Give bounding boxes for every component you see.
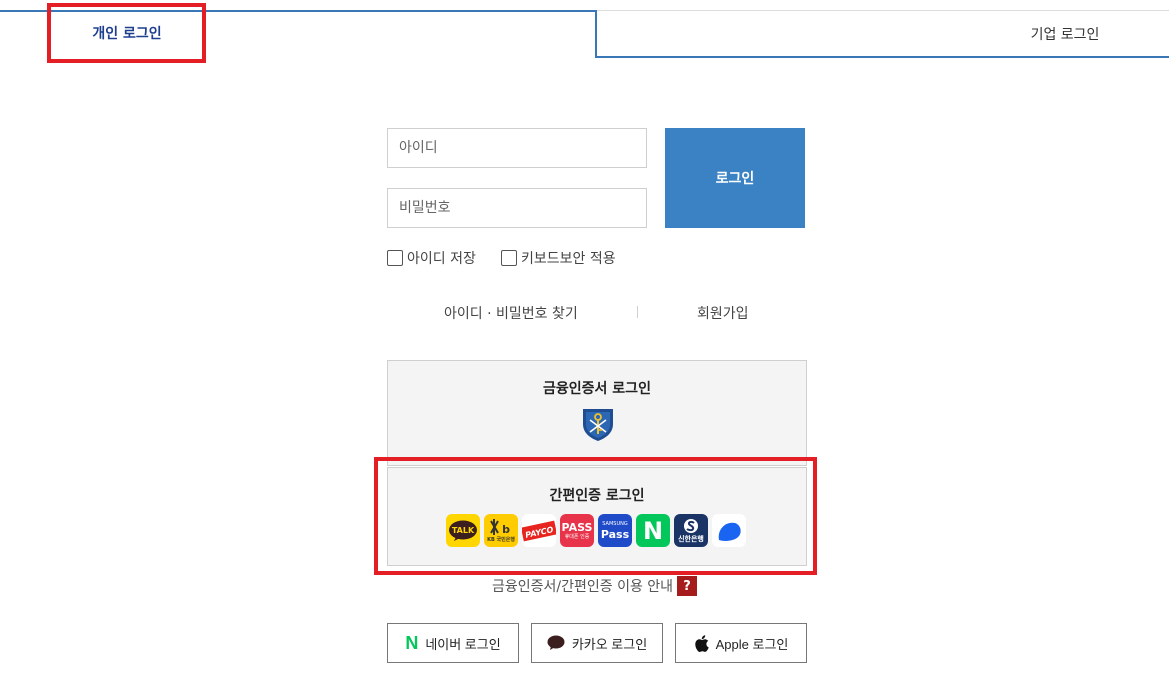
- naver-icon: N: [405, 632, 419, 653]
- find-id-password-link[interactable]: 아이디 · 비밀번호 찾기: [444, 303, 578, 323]
- password-input[interactable]: [387, 188, 647, 228]
- id-input[interactable]: [387, 128, 647, 168]
- tab-inactive-top-border: [597, 10, 1169, 11]
- naver-login-button[interactable]: N 네이버 로그인: [387, 623, 519, 663]
- naver-login-label: 네이버 로그인: [425, 636, 501, 652]
- kakao-login-button[interactable]: 카카오 로그인: [531, 623, 663, 663]
- highlight-box-simple-auth: [374, 457, 817, 575]
- keyboard-security-label: 키보드보안 적용: [521, 251, 616, 267]
- cert-guide-label[interactable]: 금융인증서/간편인증 이용 안내: [492, 576, 673, 596]
- login-button[interactable]: 로그인: [665, 128, 805, 228]
- highlight-box-personal-tab: [47, 3, 206, 63]
- apple-icon: [694, 634, 709, 652]
- cert-guide[interactable]: 금융인증서/간편인증 이용 안내 ?: [492, 576, 698, 596]
- save-id-checkbox[interactable]: 아이디 저장: [387, 248, 476, 268]
- financial-cert-title: 금융인증서 로그인: [543, 381, 651, 397]
- save-id-label: 아이디 저장: [407, 251, 476, 267]
- keyboard-security-checkbox-box[interactable]: [501, 250, 517, 266]
- keyboard-security-checkbox[interactable]: 키보드보안 적용: [501, 248, 616, 268]
- link-separator: [637, 306, 638, 318]
- kakao-login-label: 카카오 로그인: [571, 636, 648, 652]
- join-link[interactable]: 회원가입: [697, 303, 749, 323]
- tab-divider: [595, 10, 597, 58]
- financial-cert-shield-icon[interactable]: [581, 406, 615, 442]
- financial-cert-login-panel[interactable]: 금융인증서 로그인: [387, 360, 807, 466]
- kakao-bubble-icon: [547, 635, 565, 651]
- apple-login-label: Apple 로그인: [715, 636, 789, 652]
- tab-inactive-bottom-border: [595, 56, 1169, 58]
- tab-corporate-login[interactable]: 기업 로그인: [960, 16, 1169, 52]
- apple-login-button[interactable]: Apple 로그인: [675, 623, 807, 663]
- help-icon[interactable]: ?: [677, 576, 698, 596]
- save-id-checkbox-box[interactable]: [387, 250, 403, 266]
